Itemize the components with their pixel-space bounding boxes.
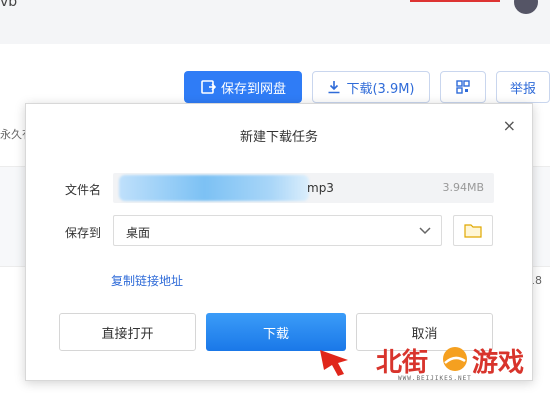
save-location-value: 桌面 bbox=[126, 226, 151, 240]
save-to-disk-label: 保存到网盘 bbox=[220, 81, 286, 97]
file-name-field[interactable]: mp3 3.94MB bbox=[113, 173, 494, 203]
avatar[interactable] bbox=[514, 0, 538, 14]
watermark-url: WWW.BEIJIKES.NET bbox=[398, 375, 472, 382]
toolbar-download-label: 下载(3.9M) bbox=[346, 81, 415, 97]
qr-code-button[interactable] bbox=[440, 71, 486, 103]
folder-icon bbox=[464, 224, 482, 238]
qr-code-icon bbox=[456, 80, 470, 94]
header-link-underline[interactable] bbox=[410, 0, 500, 2]
file-size: 3.94MB bbox=[442, 181, 484, 194]
report-label: 举报 bbox=[509, 81, 536, 97]
header-clipped-text: vb bbox=[0, 0, 18, 10]
red-arrow-pointer bbox=[320, 350, 348, 376]
save-to-label: 保存到 bbox=[65, 226, 102, 240]
file-name-suffix: mp3 bbox=[307, 181, 334, 195]
file-name-label: 文件名 bbox=[65, 183, 102, 197]
blurred-file-name bbox=[119, 175, 309, 201]
report-button[interactable]: 举报 bbox=[496, 71, 550, 103]
browse-folder-button[interactable] bbox=[453, 215, 493, 246]
save-to-disk-button[interactable]: 保存到网盘 bbox=[184, 71, 302, 103]
close-icon[interactable]: × bbox=[503, 116, 516, 135]
download-icon bbox=[328, 81, 340, 94]
top-header: vb bbox=[0, 0, 550, 44]
open-directly-button[interactable]: 直接打开 bbox=[59, 313, 196, 351]
save-to-cloud-icon bbox=[201, 80, 216, 94]
dialog-title: 新建下载任务 bbox=[239, 130, 318, 145]
sun-logo-icon bbox=[443, 347, 467, 371]
watermark-text-left: 北街 bbox=[376, 348, 429, 378]
save-location-select[interactable]: 桌面 bbox=[113, 215, 442, 246]
toolbar-download-button[interactable]: 下载(3.9M) bbox=[312, 71, 430, 103]
copy-link-address[interactable]: 复制链接地址 bbox=[111, 272, 183, 289]
watermark-text-right: 游戏 bbox=[472, 348, 525, 378]
watermark-logo: 北街 游戏 WWW.BEIJIKES.NET bbox=[376, 340, 546, 388]
chevron-down-icon bbox=[419, 227, 431, 235]
